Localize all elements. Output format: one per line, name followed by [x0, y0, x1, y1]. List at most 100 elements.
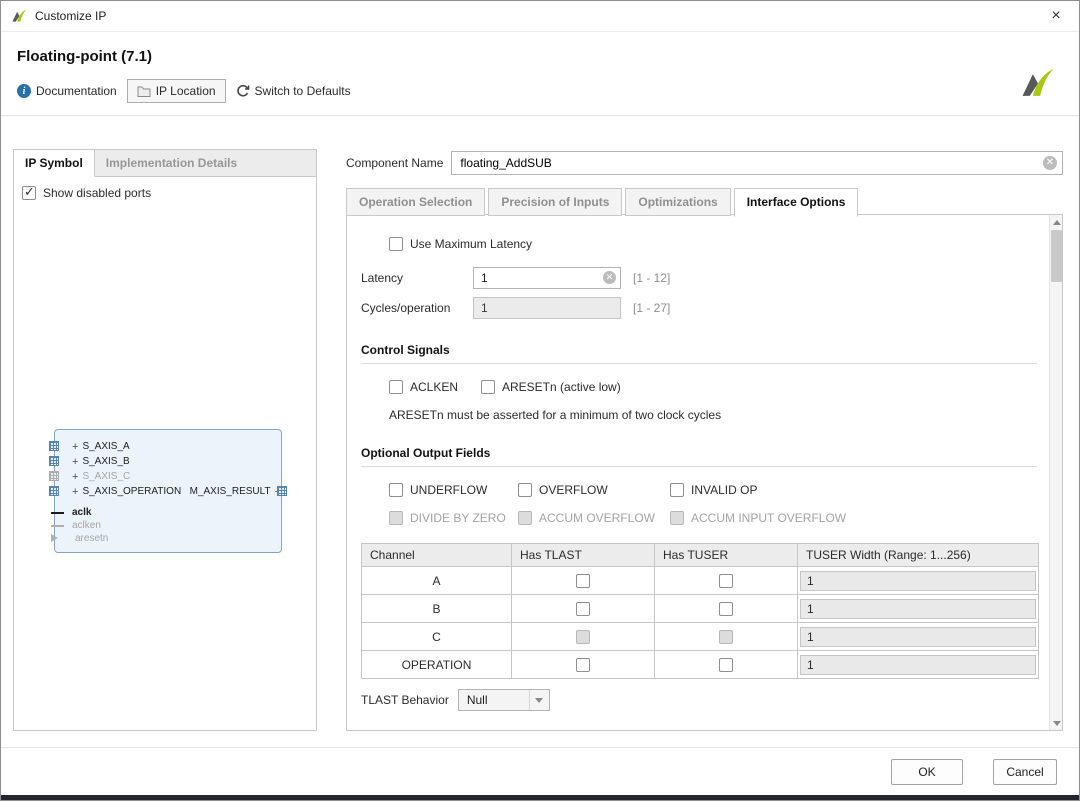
- window-bottom-edge: [1, 795, 1079, 800]
- tab-implementation-details[interactable]: Implementation Details: [95, 150, 248, 176]
- channel-cell: C: [362, 623, 512, 651]
- clock-pin-icon: [51, 512, 64, 514]
- underflow-checkbox[interactable]: [389, 483, 403, 497]
- tuser-width-input: [800, 627, 1036, 647]
- tlast-behavior-dropdown[interactable]: Null: [458, 689, 550, 711]
- tlast-behavior-value: Null: [459, 693, 529, 707]
- tuser-width-input: [800, 599, 1036, 619]
- xilinx-logo-icon: [11, 9, 27, 23]
- component-name-input[interactable]: [451, 151, 1063, 175]
- bus-interface-icon: [49, 456, 59, 466]
- table-row: B: [362, 595, 1039, 623]
- overflow-label: OVERFLOW: [539, 483, 608, 497]
- aclken-checkbox[interactable]: [389, 380, 403, 394]
- show-disabled-ports-checkbox[interactable]: [22, 186, 36, 200]
- channel-cell: B: [362, 595, 512, 623]
- port-row: aresetn: [55, 532, 281, 545]
- bus-interface-icon: [277, 486, 287, 496]
- scroll-up-icon[interactable]: [1050, 215, 1063, 229]
- interface-options-content: Use Maximum Latency Latency ✕ [1 - 12] C…: [346, 214, 1063, 731]
- has-tuser-checkbox[interactable]: [719, 602, 733, 616]
- window-title: Customize IP: [35, 9, 106, 23]
- show-disabled-ports-label: Show disabled ports: [43, 186, 151, 200]
- bus-interface-icon: [49, 486, 59, 496]
- ip-location-button[interactable]: IP Location: [127, 79, 226, 103]
- folder-icon: [137, 85, 151, 97]
- dialog-footer: OK Cancel: [1, 747, 1079, 795]
- component-name-label: Component Name: [346, 156, 443, 170]
- expand-port-icon[interactable]: +: [72, 472, 78, 482]
- tuser-width-input: [800, 571, 1036, 591]
- cycles-range: [1 - 27]: [633, 301, 670, 315]
- scrollbar-thumb[interactable]: [1051, 230, 1062, 282]
- clear-icon[interactable]: ✕: [1043, 156, 1057, 170]
- ip-symbol-panel: IP Symbol Implementation Details Show di…: [13, 149, 317, 731]
- port-label: aclken: [72, 520, 101, 531]
- latency-input[interactable]: [473, 267, 621, 289]
- latency-label: Latency: [361, 271, 473, 285]
- overflow-checkbox[interactable]: [518, 483, 532, 497]
- tab-interface-options[interactable]: Interface Options: [734, 188, 859, 217]
- vertical-scrollbar[interactable]: [1049, 215, 1062, 730]
- tuser-width-input: [800, 655, 1036, 675]
- control-signals-heading: Control Signals: [361, 343, 1037, 364]
- table-row: C: [362, 623, 1039, 651]
- toolbar: i Documentation IP Location Switch to De…: [1, 71, 1079, 116]
- aresetn-note: ARESETn must be asserted for a minimum o…: [389, 408, 1037, 422]
- divide-by-zero-label: DIVIDE BY ZERO: [410, 511, 506, 525]
- bus-interface-icon: [49, 471, 59, 481]
- channel-cell: A: [362, 567, 512, 595]
- expand-port-icon[interactable]: +: [72, 487, 78, 497]
- column-header-has-tuser: Has TUSER: [655, 544, 798, 567]
- scroll-down-icon[interactable]: [1050, 716, 1063, 730]
- port-label: M_AXIS_RESULT: [190, 486, 271, 497]
- column-header-tuser-width: TUSER Width (Range: 1...256): [798, 544, 1039, 567]
- switch-to-defaults-button[interactable]: Switch to Defaults: [236, 84, 351, 98]
- port-label: S_AXIS_B: [82, 456, 129, 467]
- left-panel-tabs: IP Symbol Implementation Details: [14, 150, 316, 177]
- tab-precision-of-inputs[interactable]: Precision of Inputs: [488, 188, 622, 216]
- clear-icon[interactable]: ✕: [603, 271, 616, 284]
- aclken-label: ACLKEN: [410, 380, 458, 394]
- ip-symbol-body: Show disabled ports + S_AXIS_A + S_AXIS_…: [14, 177, 316, 730]
- has-tuser-checkbox[interactable]: [719, 574, 733, 588]
- port-row: + S_AXIS_B: [55, 454, 281, 469]
- refresh-icon: [236, 84, 250, 98]
- has-tlast-checkbox[interactable]: [576, 574, 590, 588]
- port-label: S_AXIS_A: [82, 441, 129, 452]
- underflow-label: UNDERFLOW: [410, 483, 487, 497]
- aresetn-checkbox[interactable]: [481, 380, 495, 394]
- has-tlast-checkbox[interactable]: [576, 602, 590, 616]
- dialog-header: Floating-point (7.1): [1, 32, 1079, 71]
- ok-button[interactable]: OK: [891, 759, 963, 785]
- invalid-op-label: INVALID OP: [691, 483, 757, 497]
- bus-interface-icon: [49, 441, 59, 451]
- documentation-button[interactable]: i Documentation: [17, 84, 117, 98]
- close-icon[interactable]: ×: [1043, 4, 1069, 28]
- expand-port-icon[interactable]: +: [72, 457, 78, 467]
- use-maximum-latency-label: Use Maximum Latency: [410, 237, 532, 251]
- optional-output-fields-heading: Optional Output Fields: [361, 446, 1037, 467]
- port-row: + S_AXIS_A: [55, 439, 281, 454]
- has-tuser-checkbox[interactable]: [719, 658, 733, 672]
- tab-ip-symbol[interactable]: IP Symbol: [14, 150, 95, 177]
- reset-pin-icon: [51, 534, 58, 542]
- has-tlast-checkbox[interactable]: [576, 658, 590, 672]
- cycles-per-operation-label: Cycles/operation: [361, 301, 473, 315]
- latency-range: [1 - 12]: [633, 271, 670, 285]
- page-title: Floating-point (7.1): [17, 48, 1063, 65]
- port-row: + S_AXIS_OPERATION M_AXIS_RESULT +: [55, 484, 281, 499]
- main-panel: Component Name ✕ Operation Selection Pre…: [346, 151, 1063, 731]
- port-row: + S_AXIS_C: [55, 469, 281, 484]
- expand-port-icon[interactable]: +: [72, 442, 78, 452]
- aresetn-label: ARESETn (active low): [502, 380, 621, 394]
- cancel-button[interactable]: Cancel: [993, 759, 1057, 785]
- use-maximum-latency-checkbox[interactable]: [389, 237, 403, 251]
- tab-operation-selection[interactable]: Operation Selection: [346, 188, 485, 216]
- channel-cell: OPERATION: [362, 651, 512, 679]
- invalid-op-checkbox[interactable]: [670, 483, 684, 497]
- ip-symbol-diagram: + S_AXIS_A + S_AXIS_B + S_AXIS_C + S_AXI…: [54, 429, 282, 553]
- tab-optimizations[interactable]: Optimizations: [625, 188, 730, 216]
- xilinx-logo: [1019, 68, 1055, 99]
- title-bar: Customize IP ×: [1, 1, 1079, 32]
